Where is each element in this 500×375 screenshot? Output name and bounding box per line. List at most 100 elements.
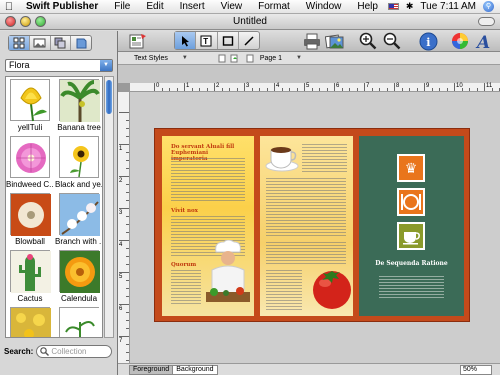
- search-row: Search: Collection: [4, 344, 116, 358]
- line-tool-button[interactable]: [239, 32, 259, 49]
- tool-selector-group: T: [174, 31, 260, 50]
- horizontal-ruler[interactable]: 0 1 2 3 4 5 6 7 8 9 10 11: [130, 83, 500, 92]
- colors-button[interactable]: [450, 31, 470, 51]
- chef-photo-image[interactable]: [204, 240, 252, 312]
- coffee-sign-icon[interactable]: [397, 222, 425, 250]
- ruler-tick: [126, 232, 129, 233]
- tab-foreground[interactable]: Foreground: [129, 364, 174, 375]
- ruler-tick: [126, 352, 129, 353]
- ruler-tick: [119, 112, 129, 113]
- menu-window[interactable]: Window: [298, 1, 350, 12]
- spotlight-search-icon[interactable]: ⚲: [483, 1, 494, 12]
- zoom-out-button[interactable]: [382, 31, 402, 51]
- clip-item[interactable]: Blowball: [6, 191, 54, 248]
- tab-images[interactable]: [30, 36, 51, 50]
- chevron-down-icon[interactable]: ▼: [100, 60, 112, 71]
- tab-clipart[interactable]: [9, 36, 30, 50]
- brochure-panel-left[interactable]: Do servant Aluali fill Euphemiani impera…: [162, 136, 254, 316]
- category-select[interactable]: Flora ▼: [5, 59, 113, 72]
- blowball-image: [11, 194, 51, 236]
- page-after-icon[interactable]: [230, 54, 238, 63]
- body-text-block[interactable]: [302, 144, 347, 172]
- coffee-cup-image[interactable]: [265, 142, 299, 172]
- panel-subheading[interactable]: Vivit nox: [171, 208, 231, 214]
- ruler-tick: [126, 200, 129, 201]
- clip-item[interactable]: Black and ye...: [55, 134, 102, 191]
- inspector-button[interactable]: i: [417, 31, 439, 51]
- body-text-block[interactable]: [266, 242, 346, 266]
- clip-item[interactable]: [55, 305, 102, 337]
- vertical-ruler[interactable]: 1 2 3 4 5 6 7: [118, 92, 130, 369]
- bluetooth-icon[interactable]: ✱: [406, 1, 414, 12]
- print-button[interactable]: [302, 31, 322, 51]
- tab-library[interactable]: [71, 36, 91, 50]
- menu-help[interactable]: Help: [349, 1, 386, 12]
- ruler-tick: [126, 216, 129, 217]
- apple-menu-icon[interactable]: : [0, 1, 18, 13]
- menu-format[interactable]: Format: [250, 1, 298, 12]
- tomato-image[interactable]: [310, 264, 356, 310]
- black-eyed-susan-image: [70, 146, 89, 178]
- ruler-tick: [126, 264, 129, 265]
- clipart-grid: yellTuli Banana tree Bindweed C... Black…: [5, 76, 103, 338]
- clip-item[interactable]: yellTuli: [6, 77, 54, 134]
- menu-file[interactable]: File: [106, 1, 138, 12]
- ruler-label: 10: [456, 83, 463, 89]
- toolbar-toggle-button[interactable]: [478, 17, 495, 26]
- clip-item[interactable]: Bindweed C...: [6, 134, 54, 191]
- body-text-block[interactable]: [266, 270, 302, 310]
- scrollbar-thumb[interactable]: [106, 80, 112, 114]
- clip-item[interactable]: Banana tree: [55, 77, 102, 134]
- page-selector[interactable]: Page 1: [260, 55, 282, 62]
- menu-app-name[interactable]: Swift Publisher: [18, 1, 106, 12]
- zoom-level-field[interactable]: 50%: [460, 364, 492, 375]
- body-text-block[interactable]: [171, 158, 245, 203]
- menu-edit[interactable]: Edit: [138, 1, 171, 12]
- clip-item[interactable]: Cactus: [6, 248, 54, 305]
- ruler-tick: [119, 144, 129, 145]
- rectangle-tool-button[interactable]: [218, 32, 239, 49]
- ruler-tick: [126, 288, 129, 289]
- ruler-label: 4: [119, 242, 123, 248]
- panel-title[interactable]: De Sequenda Ratione: [359, 260, 464, 267]
- tab-background[interactable]: Background: [172, 364, 218, 375]
- menu-clock[interactable]: Tue 7:11 AM: [420, 1, 476, 12]
- ruler-tick: [199, 88, 200, 91]
- ruler-label: 11: [486, 83, 493, 89]
- page-before-icon[interactable]: [218, 54, 226, 63]
- ruler-tick: [311, 88, 313, 91]
- clipart-scrollbar[interactable]: [104, 76, 114, 338]
- body-text-block[interactable]: [266, 178, 346, 238]
- pointer-tool-button[interactable]: [175, 32, 197, 49]
- menu-view[interactable]: View: [213, 1, 251, 12]
- brochure-page[interactable]: Do servant Aluali fill Euphemiani impera…: [154, 128, 470, 322]
- brochure-panel-middle[interactable]: [260, 136, 353, 316]
- document-canvas[interactable]: Do servant Aluali fill Euphemiani impera…: [130, 92, 500, 363]
- brochure-panel-right[interactable]: ♛ De Sequenda Ratione: [359, 136, 464, 316]
- ruler-tick: [119, 304, 129, 305]
- body-text-block[interactable]: [171, 270, 201, 306]
- clip-item[interactable]: Calendula: [55, 248, 102, 305]
- body-text-block[interactable]: [379, 276, 444, 298]
- zoom-in-button[interactable]: [358, 31, 378, 51]
- plate-cutlery-icon[interactable]: [397, 188, 425, 216]
- tab-shapes[interactable]: [51, 36, 72, 50]
- ruler-label: 0: [156, 83, 160, 89]
- ruler-tick: [176, 88, 178, 91]
- clip-item[interactable]: [6, 305, 54, 337]
- ruler-tick: [126, 184, 129, 185]
- fonts-button[interactable]: A: [474, 31, 494, 51]
- text-styles-popup[interactable]: Text Styles: [134, 55, 168, 62]
- page-arrow-icon[interactable]: ▼: [296, 55, 302, 61]
- input-source-flag-icon[interactable]: [387, 3, 399, 10]
- layout-template-button[interactable]: [128, 31, 148, 51]
- clip-item[interactable]: Branch with ...: [55, 191, 102, 248]
- search-input[interactable]: Collection: [36, 344, 113, 358]
- drink-sign-icon[interactable]: ♛: [397, 154, 425, 182]
- photo-icon: [33, 38, 46, 48]
- image-browser-button[interactable]: [324, 31, 346, 51]
- menu-insert[interactable]: Insert: [172, 1, 213, 12]
- text-styles-arrow-icon[interactable]: ▼: [182, 55, 188, 61]
- text-tool-button[interactable]: T: [196, 32, 218, 49]
- ruler-tick: [446, 88, 448, 91]
